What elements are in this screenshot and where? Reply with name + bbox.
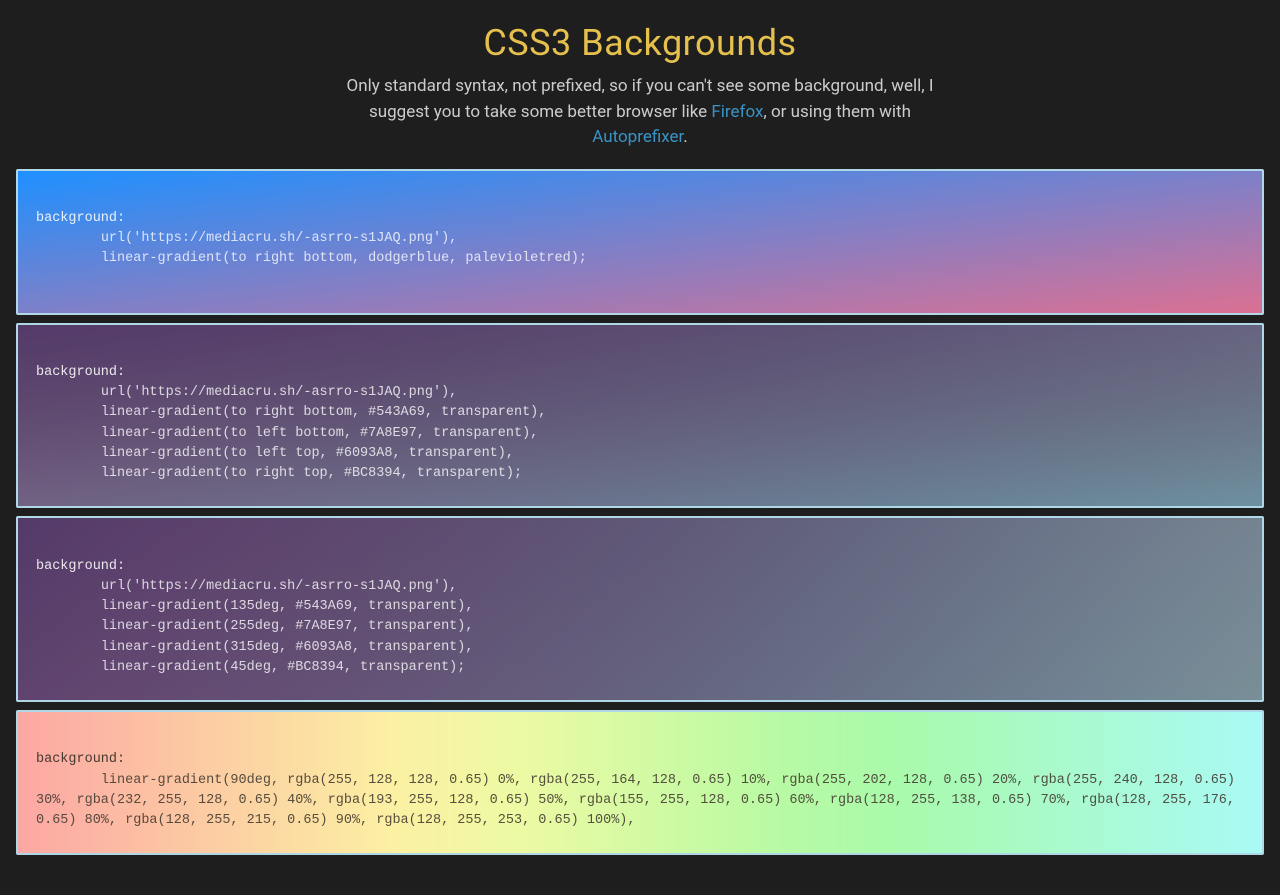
page-title: CSS3 Backgrounds bbox=[20, 22, 1260, 64]
example-card-3: background: url('https://mediacru.sh/-as… bbox=[16, 516, 1264, 702]
example-card-2: background: url('https://mediacru.sh/-as… bbox=[16, 323, 1264, 509]
code-body: url('https://mediacru.sh/-asrro-s1JAQ.pn… bbox=[36, 385, 546, 481]
code-first-line: background: bbox=[36, 752, 125, 767]
example-card-1: background: url('https://mediacru.sh/-as… bbox=[16, 169, 1264, 315]
example-card-4: background: linear-gradient(90deg, rgba(… bbox=[16, 710, 1264, 855]
examples-list: background: url('https://mediacru.sh/-as… bbox=[0, 169, 1280, 856]
page-subtitle: Only standard syntax, not prefixed, so i… bbox=[320, 74, 960, 151]
code-body: url('https://mediacru.sh/-asrro-s1JAQ.pn… bbox=[36, 231, 587, 266]
code-first-line: background: bbox=[36, 365, 125, 380]
firefox-link[interactable]: Firefox bbox=[711, 102, 763, 122]
page-header: CSS3 Backgrounds Only standard syntax, n… bbox=[0, 0, 1280, 169]
code-first-line: background: bbox=[36, 211, 125, 226]
autoprefixer-link[interactable]: Autoprefixer bbox=[592, 127, 683, 147]
subtitle-text-3: . bbox=[683, 127, 687, 147]
code-body: linear-gradient(90deg, rgba(255, 128, 12… bbox=[36, 773, 1243, 829]
code-first-line: background: bbox=[36, 559, 125, 574]
code-body: url('https://mediacru.sh/-asrro-s1JAQ.pn… bbox=[36, 579, 473, 675]
subtitle-text-2: , or using them with bbox=[763, 102, 911, 122]
